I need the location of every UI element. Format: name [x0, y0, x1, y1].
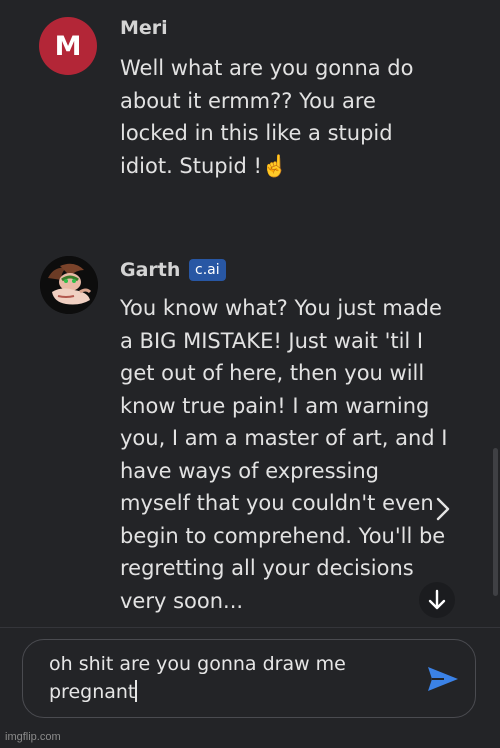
watermark: imgflip.com	[5, 731, 61, 743]
character-avatar-image	[40, 256, 98, 314]
avatar-garth[interactable]	[40, 256, 98, 314]
send-icon	[428, 667, 458, 691]
message-input-text[interactable]: oh shit are you gonna draw me pregnant	[49, 650, 379, 706]
scrollbar[interactable]	[493, 448, 498, 596]
message-text: You know what? You just made a BIG MISTA…	[120, 296, 448, 613]
chevron-right-icon	[436, 497, 450, 521]
author-name[interactable]: Meri	[120, 17, 168, 39]
composer-divider	[0, 627, 500, 628]
author-name[interactable]: Garth	[120, 259, 180, 281]
input-value: oh shit are you gonna draw me pregnant	[49, 653, 346, 703]
text-caret	[135, 680, 137, 702]
send-button[interactable]	[426, 664, 460, 694]
scroll-down-button[interactable]	[419, 582, 455, 618]
arrow-down-icon	[428, 589, 446, 610]
next-response-button[interactable]	[430, 493, 454, 525]
message-input[interactable]: oh shit are you gonna draw me pregnant	[22, 639, 476, 718]
message-text: Well what are you gonna do about it ermm…	[120, 56, 414, 178]
avatar-letter: M	[54, 30, 82, 62]
avatar-meri[interactable]: M	[39, 17, 97, 75]
cai-badge: c.ai	[189, 259, 226, 281]
